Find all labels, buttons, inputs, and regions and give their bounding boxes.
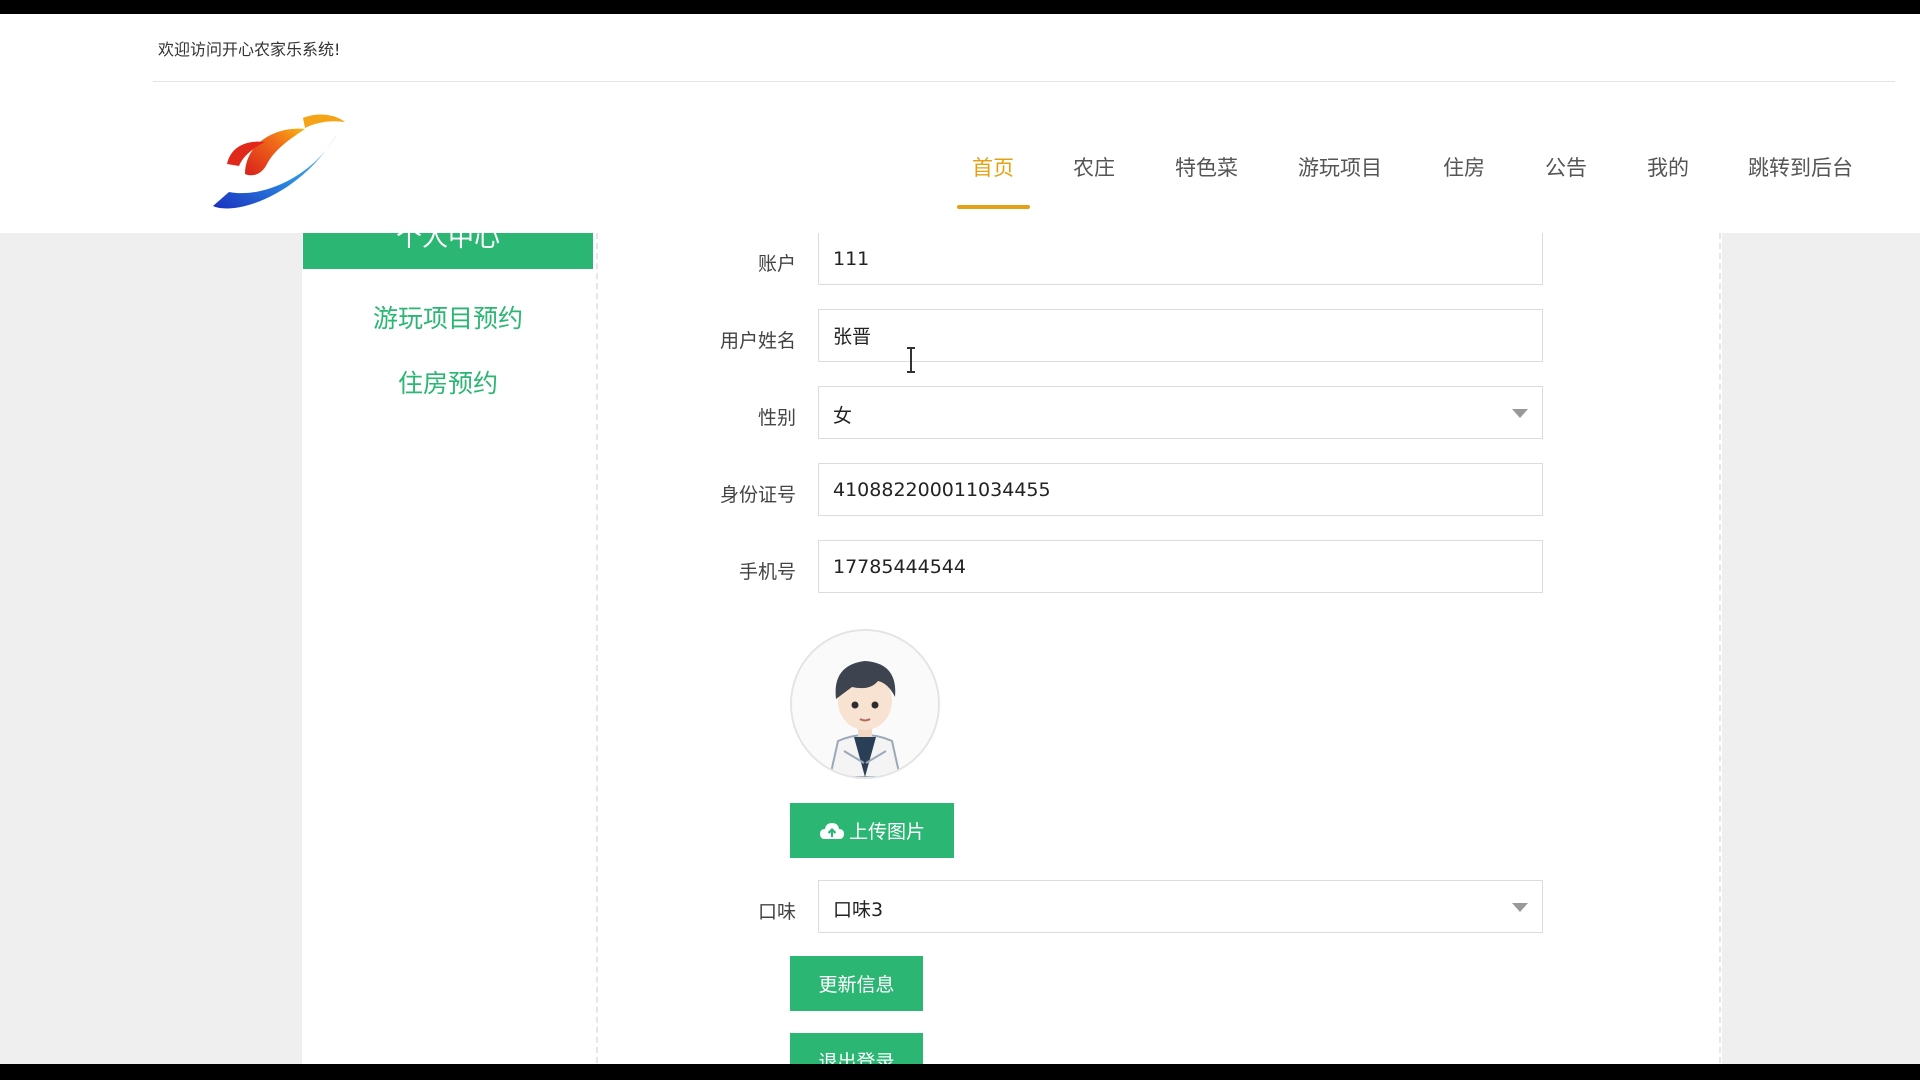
avatar [790, 629, 940, 779]
nav-item-specialty-dishes[interactable]: 特色菜 [1175, 152, 1238, 182]
phone-label: 手机号 [738, 561, 796, 583]
phone-field[interactable] [818, 540, 1543, 593]
taste-select[interactable]: 口味3 [818, 880, 1543, 933]
nav-item-activities[interactable]: 游玩项目 [1298, 152, 1382, 182]
sidebar: 个人中心 游玩项目预约 住房预约 [302, 233, 598, 1064]
header-divider [153, 81, 1895, 82]
taste-label: 口味 [757, 901, 796, 923]
chevron-down-icon [1512, 903, 1528, 912]
sidebar-title: 个人中心 [303, 233, 593, 269]
avatar-image [792, 631, 938, 777]
nav-item-lodging[interactable]: 住房 [1443, 152, 1485, 182]
welcome-text: 欢迎访问开心农家乐系统! [158, 40, 341, 59]
site-header: 欢迎访问开心农家乐系统! 首页 农庄 特色菜 游玩项目 住房 公告 我的 跳转到… [0, 14, 1920, 233]
account-field[interactable] [818, 232, 1543, 285]
upload-image-button[interactable]: 上传图片 [790, 803, 954, 858]
cloud-upload-icon [819, 822, 844, 839]
nav-item-farm[interactable]: 农庄 [1073, 152, 1115, 182]
id-number-label: 身份证号 [719, 484, 796, 506]
gender-label: 性别 [757, 407, 796, 429]
nav-item-announcements[interactable]: 公告 [1545, 152, 1587, 182]
id-number-field[interactable] [818, 463, 1543, 516]
logout-button[interactable]: 退出登录 [790, 1033, 923, 1064]
gender-value: 女 [833, 405, 853, 427]
sidebar-item-lodging-booking[interactable]: 住房预约 [302, 364, 594, 400]
chevron-down-icon [1512, 409, 1528, 418]
gender-select[interactable]: 女 [818, 386, 1543, 439]
nav-item-admin[interactable]: 跳转到后台 [1748, 152, 1853, 182]
update-info-button[interactable]: 更新信息 [790, 956, 923, 1011]
sidebar-item-activity-booking[interactable]: 游玩项目预约 [302, 299, 594, 335]
upload-image-label: 上传图片 [848, 821, 925, 843]
nav-item-mine[interactable]: 我的 [1647, 152, 1689, 182]
browser-viewport: 欢迎访问开心农家乐系统! 首页 农庄 特色菜 游玩项目 住房 公告 我的 跳转到… [0, 14, 1920, 1064]
nav-active-indicator [957, 205, 1030, 209]
name-field[interactable] [818, 309, 1543, 362]
account-label: 账户 [757, 253, 796, 275]
name-label: 用户姓名 [719, 330, 796, 352]
taste-value: 口味3 [833, 899, 884, 921]
text-cursor-icon [907, 347, 915, 373]
main-nav: 首页 农庄 特色菜 游玩项目 住房 公告 我的 跳转到后台 [0, 152, 1920, 212]
nav-item-home[interactable]: 首页 [972, 152, 1014, 182]
content-right-border [1719, 233, 1721, 1064]
